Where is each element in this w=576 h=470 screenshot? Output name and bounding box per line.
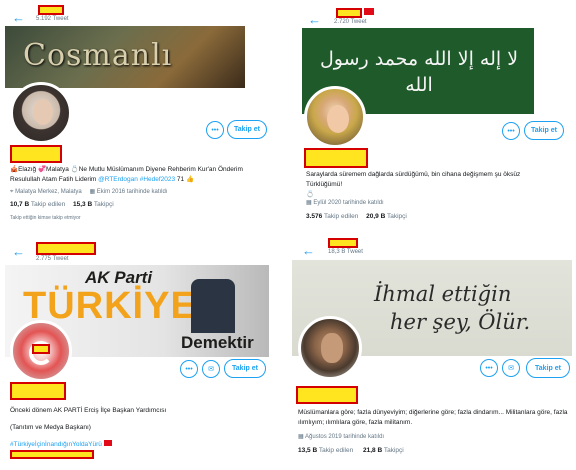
banner-line2: her şey, Ölür. bbox=[390, 310, 531, 334]
follow-button[interactable]: Takip et bbox=[526, 358, 570, 378]
calendar-icon: ▦ bbox=[298, 434, 304, 440]
redacted-name bbox=[328, 238, 358, 248]
profile-panel-4: ← 18,3 B Tweet İhmal ettiğin her şey, Öl… bbox=[288, 236, 574, 468]
avatar-face bbox=[33, 99, 53, 125]
redacted-location bbox=[10, 450, 94, 459]
profile-panel-3: ← 2.775 Tweet AK Parti TÜRKİYE Demektir … bbox=[2, 236, 272, 468]
joined-row: ▦ Eylül 2020 tarihinde katıldı bbox=[306, 199, 384, 206]
followers-link[interactable]: 20,9 B Takipçi bbox=[366, 213, 407, 220]
location-pin-icon: ⌖ bbox=[10, 189, 14, 195]
tweet-count: 18,3 B Tweet bbox=[328, 249, 363, 255]
joined-date: Ağustos 2019 tarihinde katıldı bbox=[305, 434, 385, 440]
following-link[interactable]: 3.576 Takip edilen bbox=[306, 213, 358, 220]
followers-count: 21,8 B bbox=[363, 447, 383, 454]
bio-line-2: (Tanıtım ve Medya Başkanı) bbox=[10, 424, 91, 431]
message-button[interactable]: ✉ bbox=[502, 359, 520, 377]
followers-count: 20,9 B bbox=[366, 213, 386, 220]
calendar-icon: ▦ bbox=[89, 189, 96, 195]
banner-figure bbox=[191, 279, 235, 333]
banner-text: Cosmanlı bbox=[23, 38, 173, 73]
bio-main: Saraylarda süremem dağlarda sürdüğümü, b… bbox=[306, 171, 521, 188]
redacted-name bbox=[38, 5, 64, 15]
bio-text: 🎪Elazığ 💞Malatya 💍Ne Mutlu Müslümanım Di… bbox=[10, 165, 255, 185]
avatar-face bbox=[321, 333, 343, 363]
joined-date: Eylül 2020 tarihinde katıldı bbox=[313, 200, 384, 206]
following-link[interactable]: 10,7 B Takip edilen bbox=[10, 201, 65, 208]
location-text: Malatya Merkez, Malatya bbox=[15, 189, 82, 195]
bio-line-1: Önceki dönem AK PARTİ Erciş İlçe Başkan … bbox=[10, 407, 167, 414]
following-label: Takip edilen bbox=[30, 201, 66, 208]
joined-date: Ekim 2016 tarihinde katıldı bbox=[96, 189, 168, 195]
mail-icon: ✉ bbox=[508, 365, 514, 372]
bio-hashtag[interactable]: #TürkiyeİçinİnandığınYoldaYürü bbox=[10, 441, 102, 448]
redacted-name bbox=[10, 382, 66, 400]
following-count: 3.576 bbox=[306, 213, 323, 220]
location-row: ⌖ Malatya Merkez, Malatya ▦ Ekim 2016 ta… bbox=[10, 188, 168, 196]
turkey-flag-icon bbox=[364, 8, 374, 15]
redacted-face bbox=[32, 344, 50, 354]
back-arrow-icon[interactable]: ← bbox=[308, 13, 321, 26]
avatar[interactable] bbox=[10, 82, 72, 144]
turkey-flag-icon bbox=[103, 440, 112, 446]
redacted-name bbox=[36, 242, 96, 255]
more-options-button[interactable]: ••• bbox=[180, 360, 198, 378]
followers-label: Takipçi bbox=[383, 447, 404, 454]
more-options-button[interactable]: ••• bbox=[206, 121, 224, 139]
avatar[interactable] bbox=[304, 86, 366, 148]
redacted-name bbox=[304, 148, 368, 168]
mail-icon: ✉ bbox=[208, 366, 214, 373]
tweet-count: 5.192 Tweet bbox=[36, 16, 69, 22]
stats-row: 13,5 B Takip edilen 21,8 B Takipçi bbox=[298, 447, 404, 454]
bio-text: Müslümanlara göre; fazla dünyeviyim; diğ… bbox=[298, 409, 568, 426]
following-link[interactable]: 13,5 B Takip edilen bbox=[298, 447, 353, 454]
followers-count: 15,3 B bbox=[73, 201, 93, 208]
stats-row: 3.576 Takip edilen 20,9 B Takipçi bbox=[306, 213, 407, 220]
redacted-name bbox=[296, 386, 358, 404]
follow-button[interactable]: Takip et bbox=[227, 120, 267, 139]
following-label: Takip edilen bbox=[318, 447, 354, 454]
profile-panel-2: ← 2.720 Tweet لا إله إلا الله محمد رسول … bbox=[292, 2, 574, 228]
tweet-count: 2.775 Tweet bbox=[36, 256, 69, 262]
followers-label: Takipçi bbox=[386, 213, 407, 220]
bio-text: Saraylarda süremem dağlarda sürdüğümü, b… bbox=[306, 170, 536, 200]
profile-panel-1: ← 5.192 Tweet Cosmanlı ••• Takip et 🎪Ela… bbox=[2, 2, 272, 234]
bio-mention[interactable]: @RTErdogan bbox=[98, 176, 138, 183]
back-arrow-icon[interactable]: ← bbox=[12, 245, 25, 258]
bio-emoji: 💍 bbox=[306, 191, 315, 198]
avatar[interactable] bbox=[298, 316, 362, 380]
tweet-count: 2.720 Tweet bbox=[334, 19, 367, 25]
bio-hashtag-row: #TürkiyeİçinİnandığınYoldaYürü bbox=[10, 440, 260, 450]
more-options-button[interactable]: ••• bbox=[502, 122, 520, 140]
follow-button[interactable]: Takip et bbox=[224, 359, 266, 378]
redacted-name bbox=[10, 145, 62, 163]
profile-banner: Cosmanlı bbox=[5, 26, 245, 88]
followers-link[interactable]: 21,8 B Takipçi bbox=[363, 447, 404, 454]
mutual-followers-note: Takip ettiğin kimse takip etmiyor bbox=[10, 215, 81, 221]
following-count: 13,5 B bbox=[298, 447, 318, 454]
redacted-name bbox=[336, 8, 362, 18]
following-count: 10,7 B bbox=[10, 201, 30, 208]
followers-label: Takipçi bbox=[93, 201, 114, 208]
followers-link[interactable]: 15,3 B Takipçi bbox=[73, 201, 114, 208]
bio-suffix: 71 👍 bbox=[175, 176, 195, 183]
joined-row: ▦ Ağustos 2019 tarihinde katıldı bbox=[298, 433, 384, 440]
back-arrow-icon[interactable]: ← bbox=[12, 11, 25, 24]
more-options-button[interactable]: ••• bbox=[480, 359, 498, 377]
bio-hashtag[interactable]: #Hedef2023 bbox=[140, 176, 175, 183]
message-button[interactable]: ✉ bbox=[202, 360, 220, 378]
calendar-icon: ▦ bbox=[306, 200, 312, 206]
banner-line3: Demektir bbox=[181, 333, 254, 352]
stats-row: 10,7 B Takip edilen 15,3 B Takipçi bbox=[10, 201, 114, 208]
following-label: Takip edilen bbox=[323, 213, 359, 220]
banner-line1: İhmal ettiğin bbox=[374, 282, 512, 306]
follow-button[interactable]: Takip et bbox=[524, 121, 564, 140]
avatar-face bbox=[327, 105, 349, 133]
back-arrow-icon[interactable]: ← bbox=[302, 244, 315, 257]
